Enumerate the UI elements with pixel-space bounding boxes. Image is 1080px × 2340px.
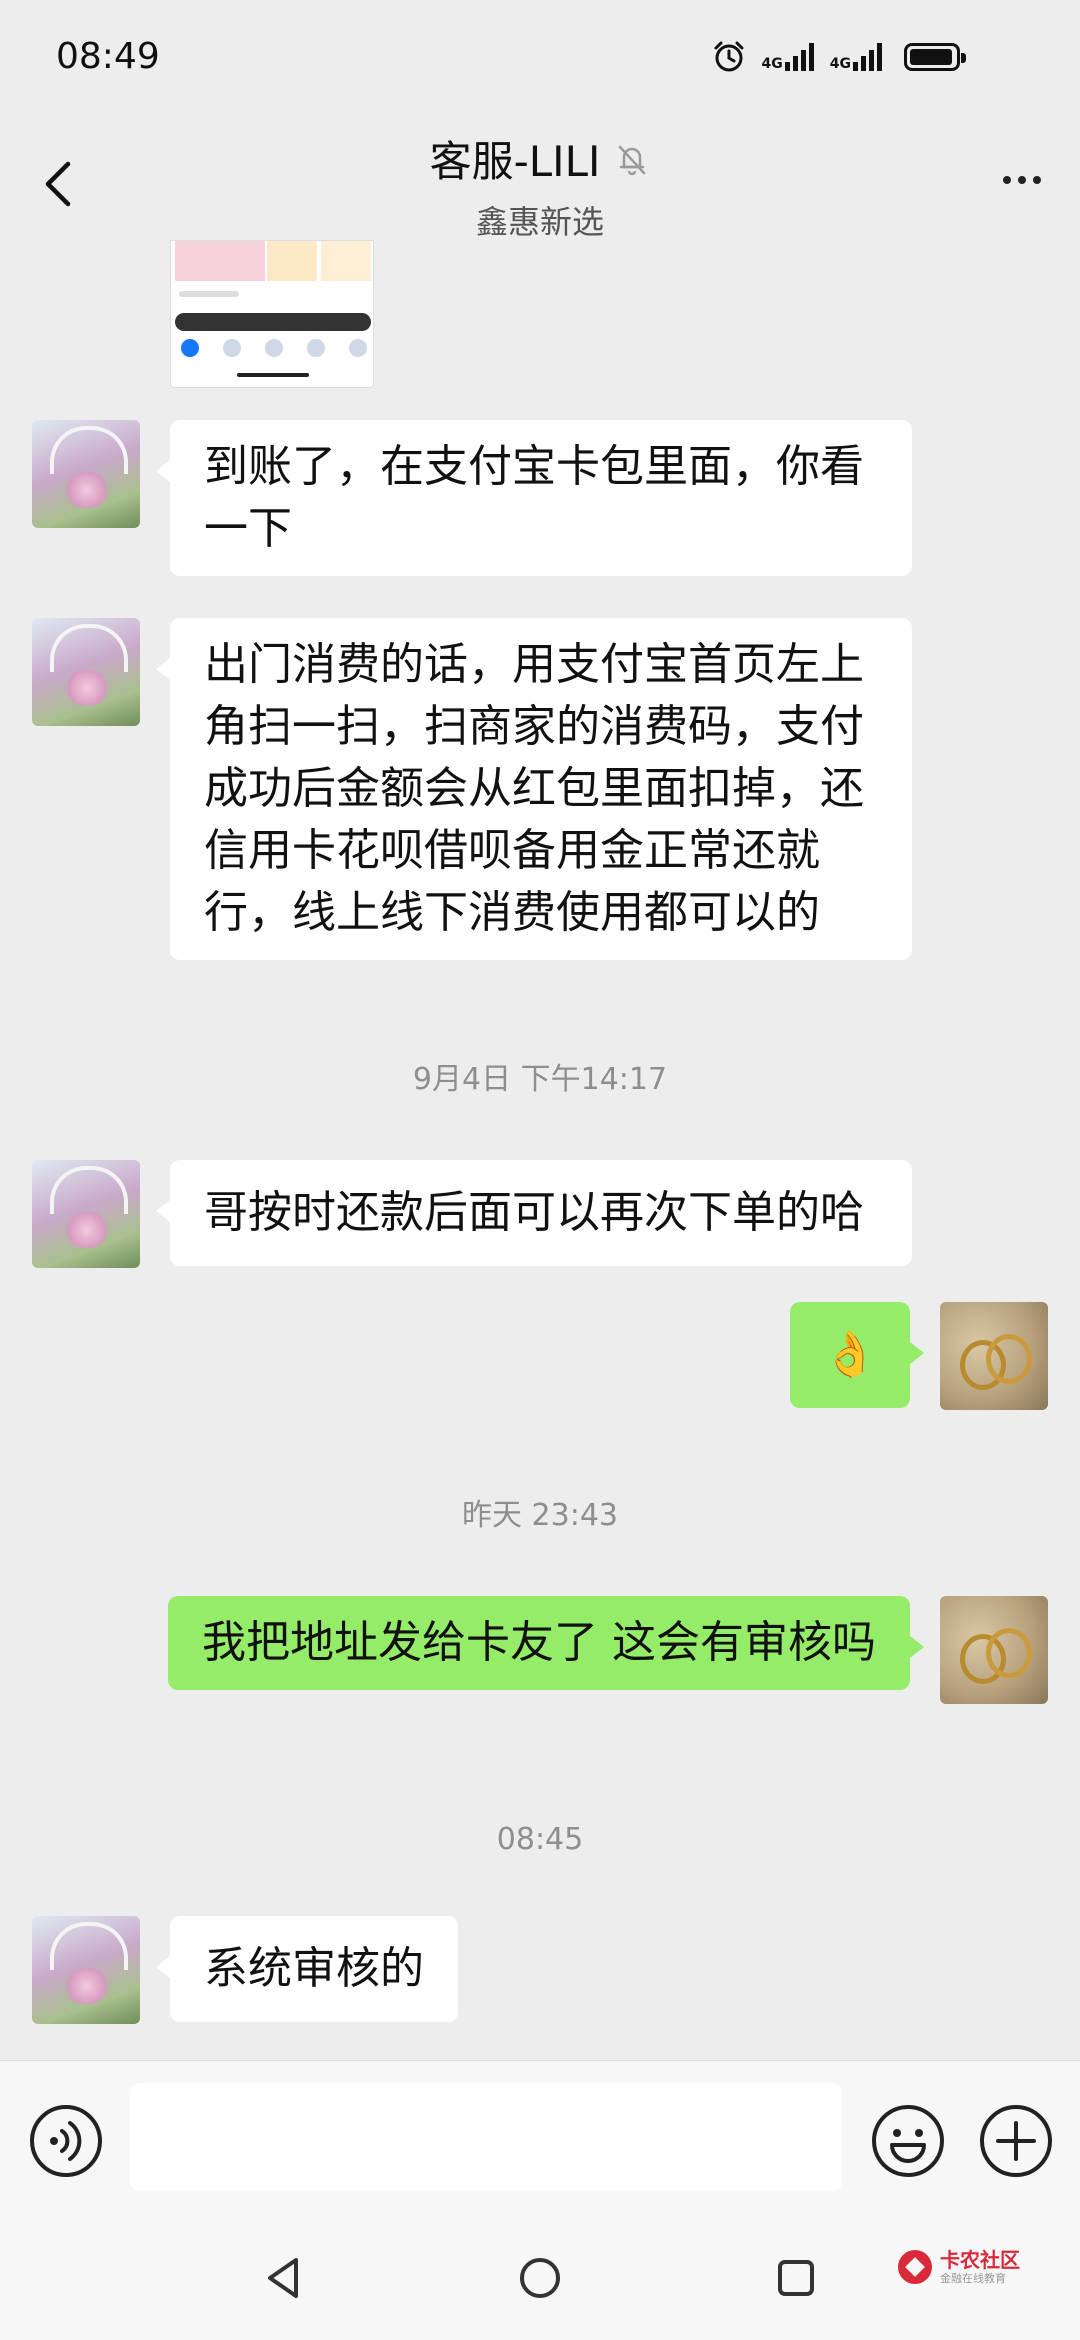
status-bar: 08:49 4G 4G — [0, 0, 1080, 120]
emoji-icon — [872, 2105, 944, 2177]
agent-avatar[interactable] — [32, 1916, 140, 2024]
system-nav-bar: 卡农社区 金融在线教育 — [0, 2220, 1080, 2340]
emoji-button[interactable] — [870, 2103, 946, 2179]
watermark-logo — [898, 2250, 932, 2284]
chat-timestamp: 9月4日 下午14:17 — [412, 1062, 668, 1097]
message-bubble-incoming[interactable]: 哥按时还款后面可以再次下单的哈 — [156, 1160, 912, 1266]
message-bubble-outgoing[interactable]: 👌 — [790, 1302, 924, 1408]
my-avatar[interactable] — [940, 1302, 1048, 1410]
alarm-icon — [714, 41, 744, 72]
message-input[interactable] — [130, 2083, 842, 2191]
square-recents-icon — [778, 2260, 814, 2296]
watermark-title: 卡农社区 — [940, 2248, 1020, 2272]
title-block: 客服-LILI 鑫惠新选 — [0, 128, 1080, 243]
bell-off-icon — [619, 145, 646, 175]
chat-timestamp: 昨天 23:43 — [462, 1498, 618, 1533]
chat-area[interactable]: 到账了，在支付宝卡包里面，你看一下 出门消费的话，用支付宝首页左上角扫一扫，扫商… — [0, 240, 1080, 2060]
input-bar — [0, 2060, 1080, 2220]
more-dots-icon — [1003, 176, 1011, 184]
agent-avatar[interactable] — [32, 618, 140, 726]
status-time: 08:49 — [56, 36, 160, 77]
watermark: 卡农社区 金融在线教育 — [898, 2248, 1020, 2286]
more-button[interactable] — [992, 150, 1052, 210]
plus-icon — [980, 2105, 1052, 2177]
plus-button[interactable] — [978, 2103, 1054, 2179]
voice-button[interactable] — [28, 2103, 104, 2179]
chat-subtitle: 鑫惠新选 — [475, 203, 604, 241]
signal-bars-1-icon — [784, 43, 814, 71]
battery-icon — [904, 43, 966, 71]
voice-icon — [30, 2105, 102, 2177]
chat-header: 客服-LILI 鑫惠新选 — [0, 120, 1080, 243]
message-image-thumbnail[interactable] — [170, 240, 374, 388]
chat-title: 客服-LILI — [429, 137, 601, 186]
signal-bars-2-icon — [853, 43, 882, 71]
watermark-subtitle: 金融在线教育 — [940, 2272, 1006, 2285]
system-back-button[interactable] — [260, 2254, 308, 2302]
message-bubble-incoming[interactable]: 出门消费的话，用支付宝首页左上角扫一扫，扫商家的消费码，支付成功后金额会从红包里… — [156, 618, 912, 960]
circle-home-icon — [520, 2258, 560, 2298]
network-2-label: 4G — [829, 56, 851, 72]
signal-1: 4G — [762, 43, 814, 71]
message-bubble-incoming[interactable]: 到账了，在支付宝卡包里面，你看一下 — [156, 420, 912, 576]
message-bubble-outgoing[interactable]: 我把地址发给卡友了 这会有审核吗 — [168, 1596, 924, 1690]
my-avatar[interactable] — [940, 1596, 1048, 1704]
agent-avatar[interactable] — [32, 1160, 140, 1268]
system-recents-button[interactable] — [772, 2254, 820, 2302]
chat-timestamp: 08:45 — [496, 1822, 584, 1857]
triangle-back-icon — [268, 2258, 298, 2298]
agent-avatar[interactable] — [32, 420, 140, 528]
message-bubble-incoming[interactable]: 系统审核的 — [156, 1916, 458, 2022]
network-1-label: 4G — [761, 56, 783, 72]
signal-2: 4G — [830, 43, 882, 71]
status-icons: 4G 4G — [712, 40, 966, 74]
battery-fill — [910, 49, 952, 65]
system-home-button[interactable] — [516, 2254, 564, 2302]
